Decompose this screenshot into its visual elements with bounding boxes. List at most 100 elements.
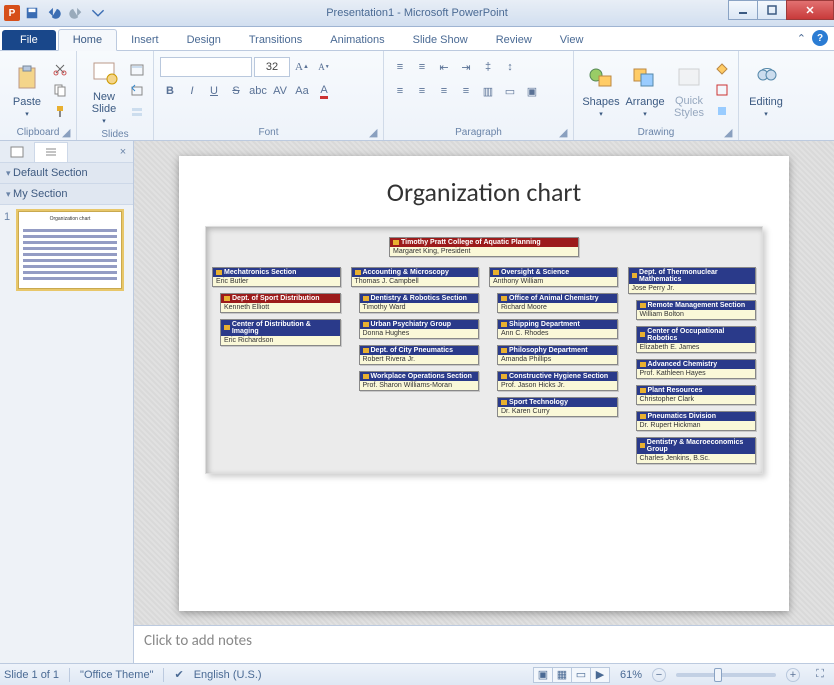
- align-text-icon[interactable]: ▭: [500, 81, 520, 101]
- section-icon[interactable]: [127, 102, 147, 122]
- qat-undo-icon[interactable]: [44, 3, 64, 23]
- org-node[interactable]: Oversight & ScienceAnthony William: [489, 267, 618, 287]
- org-node[interactable]: Office of Animal ChemistryRichard Moore: [497, 293, 618, 313]
- slide-canvas[interactable]: Organization chart Timothy Pratt College…: [179, 156, 789, 611]
- arrange-button[interactable]: Arrange▾: [624, 58, 666, 122]
- slide-thumbnail[interactable]: Organization chart: [18, 211, 122, 289]
- spellcheck-icon[interactable]: ✔: [174, 668, 183, 681]
- reset-icon[interactable]: [127, 81, 147, 101]
- tab-animations[interactable]: Animations: [316, 30, 398, 50]
- cut-icon[interactable]: [50, 59, 70, 79]
- format-painter-icon[interactable]: [50, 101, 70, 121]
- strike-icon[interactable]: S: [226, 81, 246, 101]
- quick-styles-button[interactable]: Quick Styles: [668, 57, 710, 123]
- tab-insert[interactable]: Insert: [117, 30, 173, 50]
- align-right-icon[interactable]: ≡: [434, 81, 454, 101]
- tab-review[interactable]: Review: [482, 30, 546, 50]
- org-node[interactable]: Mechatronics SectionEric Butler: [212, 267, 341, 287]
- shrink-font-icon[interactable]: A▼: [314, 57, 334, 77]
- italic-icon[interactable]: I: [182, 81, 202, 101]
- minimize-button[interactable]: [728, 0, 758, 20]
- grow-font-icon[interactable]: A▲: [292, 57, 312, 77]
- view-sorter-icon[interactable]: ▦: [552, 667, 572, 683]
- org-node[interactable]: Advanced ChemistryProf. Kathleen Hayes: [636, 359, 757, 379]
- org-node[interactable]: Dentistry & Robotics SectionTimothy Ward: [359, 293, 480, 313]
- org-node[interactable]: Dentistry & Macroeconomics GroupCharles …: [636, 437, 757, 464]
- bold-icon[interactable]: B: [160, 81, 180, 101]
- org-node[interactable]: Plant ResourcesChristopher Clark: [636, 385, 757, 405]
- org-node[interactable]: Remote Management SectionWilliam Bolton: [636, 300, 757, 320]
- outline-tab-outline[interactable]: [34, 142, 68, 162]
- zoom-slider[interactable]: [676, 673, 776, 677]
- org-node[interactable]: Dept. of Thermonuclear MathematicsJose P…: [628, 267, 757, 294]
- org-node[interactable]: Shipping DepartmentAnn C. Rhodes: [497, 319, 618, 339]
- tab-transitions[interactable]: Transitions: [235, 30, 316, 50]
- bullets-icon[interactable]: ≡: [390, 57, 410, 77]
- tab-design[interactable]: Design: [173, 30, 235, 50]
- shape-effects-icon[interactable]: [712, 101, 732, 121]
- font-family-combo[interactable]: [160, 57, 252, 77]
- ribbon-minimize-icon[interactable]: ⌃: [797, 32, 806, 45]
- section-my[interactable]: My Section: [0, 184, 133, 205]
- close-button[interactable]: [786, 0, 834, 20]
- shape-fill-icon[interactable]: [712, 59, 732, 79]
- fit-to-window-icon[interactable]: ⛶: [810, 665, 830, 685]
- org-node[interactable]: Constructive Hygiene SectionProf. Jason …: [497, 371, 618, 391]
- slide-title[interactable]: Organization chart: [205, 176, 763, 208]
- tab-home[interactable]: Home: [58, 29, 117, 51]
- org-node[interactable]: Sport TechnologyDr. Karen Curry: [497, 397, 618, 417]
- shape-outline-icon[interactable]: [712, 80, 732, 100]
- tab-view[interactable]: View: [546, 30, 598, 50]
- clipboard-dialog-launcher[interactable]: ◢: [62, 126, 74, 138]
- increase-indent-icon[interactable]: ⇥: [456, 57, 476, 77]
- qat-save-icon[interactable]: [22, 3, 42, 23]
- org-node[interactable]: Pneumatics DivisionDr. Rupert Hickman: [636, 411, 757, 431]
- org-chart[interactable]: Timothy Pratt College of Aquatic Plannin…: [205, 226, 763, 474]
- zoom-level[interactable]: 61%: [620, 669, 642, 681]
- justify-icon[interactable]: ≡: [456, 81, 476, 101]
- change-case-icon[interactable]: Aa: [292, 81, 312, 101]
- shapes-button[interactable]: Shapes▾: [580, 58, 622, 122]
- copy-icon[interactable]: [50, 80, 70, 100]
- drawing-dialog-launcher[interactable]: ◢: [724, 126, 736, 138]
- shadow-icon[interactable]: abc: [248, 81, 268, 101]
- zoom-out-icon[interactable]: −: [652, 668, 666, 682]
- org-node[interactable]: Philosophy DepartmentAmanda Phillips: [497, 345, 618, 365]
- numbering-icon[interactable]: ≡: [412, 57, 432, 77]
- org-node[interactable]: Dept. of Sport DistributionKenneth Ellio…: [220, 293, 341, 313]
- columns-icon[interactable]: ▥: [478, 81, 498, 101]
- qat-redo-icon[interactable]: [66, 3, 86, 23]
- org-node[interactable]: Center of Occupational RoboticsElizabeth…: [636, 326, 757, 353]
- org-node[interactable]: Center of Distribution & ImagingEric Ric…: [220, 319, 341, 346]
- decrease-indent-icon[interactable]: ⇤: [434, 57, 454, 77]
- paste-button[interactable]: Paste ▾: [6, 58, 48, 122]
- view-slideshow-icon[interactable]: ▶: [590, 667, 610, 683]
- layout-icon[interactable]: [127, 60, 147, 80]
- org-node[interactable]: Dept. of City PneumaticsRobert Rivera Jr…: [359, 345, 480, 365]
- outline-tab-slides[interactable]: [0, 142, 34, 162]
- section-default[interactable]: Default Section: [0, 163, 133, 184]
- view-reading-icon[interactable]: ▭: [571, 667, 591, 683]
- view-normal-icon[interactable]: ▣: [533, 667, 553, 683]
- line-spacing-icon[interactable]: ‡: [478, 57, 498, 77]
- align-center-icon[interactable]: ≡: [412, 81, 432, 101]
- paragraph-dialog-launcher[interactable]: ◢: [559, 126, 571, 138]
- editing-button[interactable]: Editing▾: [745, 58, 787, 122]
- org-root-node[interactable]: Timothy Pratt College of Aquatic Plannin…: [389, 237, 579, 257]
- status-language[interactable]: English (U.S.): [194, 669, 262, 681]
- maximize-button[interactable]: [757, 0, 787, 20]
- org-node[interactable]: Accounting & MicroscopyThomas J. Campbel…: [351, 267, 480, 287]
- org-node[interactable]: Urban Psychiatry GroupDonna Hughes: [359, 319, 480, 339]
- align-left-icon[interactable]: ≡: [390, 81, 410, 101]
- font-size-combo[interactable]: 32: [254, 57, 290, 77]
- smartart-icon[interactable]: ▣: [522, 81, 542, 101]
- qat-customize-icon[interactable]: [88, 3, 108, 23]
- zoom-in-icon[interactable]: +: [786, 668, 800, 682]
- char-spacing-icon[interactable]: AV: [270, 81, 290, 101]
- help-icon[interactable]: ?: [812, 30, 828, 46]
- font-dialog-launcher[interactable]: ◢: [369, 126, 381, 138]
- org-node[interactable]: Workplace Operations SectionProf. Sharon…: [359, 371, 480, 391]
- new-slide-button[interactable]: New Slide ▾: [83, 53, 125, 129]
- text-direction-icon[interactable]: ↕: [500, 57, 520, 77]
- font-color-icon[interactable]: A: [314, 81, 334, 101]
